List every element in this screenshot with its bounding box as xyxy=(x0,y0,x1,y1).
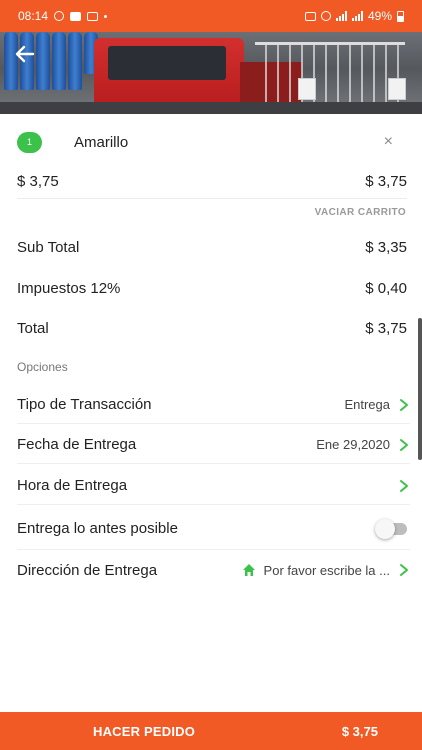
total-value: $ 3,75 xyxy=(365,319,407,337)
subtotal-label: Sub Total xyxy=(17,238,80,256)
item-total-price: $ 3,75 xyxy=(365,172,407,190)
divider xyxy=(17,198,407,199)
close-icon: × xyxy=(383,133,393,150)
whatsapp-notification-icon xyxy=(54,11,65,21)
asap-delivery-toggle[interactable] xyxy=(375,518,407,539)
gas-cylinder-graphic xyxy=(68,32,82,90)
delivery-time-label: Hora de Entrega xyxy=(17,477,128,494)
home-icon xyxy=(242,564,255,576)
subtotal-row: Sub Total $ 3,35 xyxy=(17,237,407,257)
chevron-right-icon xyxy=(400,398,408,411)
fence-rail-graphic xyxy=(255,42,405,45)
item-name: Amarillo xyxy=(74,133,129,151)
tax-label: Impuestos 12% xyxy=(17,279,121,297)
delivery-address-row[interactable]: Dirección de Entrega Por favor escribe l… xyxy=(17,551,410,589)
chevron-right-icon xyxy=(400,479,408,492)
quantity-badge: 1 xyxy=(17,131,42,153)
item-unit-price: $ 3,75 xyxy=(17,172,59,190)
status-time: 08:14 xyxy=(18,9,49,23)
empty-cart-button[interactable]: VACIAR CARRITO xyxy=(315,207,406,218)
chevron-right-icon xyxy=(400,438,408,451)
transaction-type-control: Entrega xyxy=(344,397,410,412)
scrollbar[interactable] xyxy=(418,318,422,460)
delivery-address-control: Por favor escribe la ... xyxy=(242,563,410,578)
truck-windshield-graphic xyxy=(108,46,226,80)
wifi-icon xyxy=(320,11,331,21)
status-bar: 08:14 49% xyxy=(0,0,422,32)
status-bar-left: 08:14 xyxy=(18,9,108,23)
app-notification-icon xyxy=(70,11,82,21)
asap-delivery-label: Entrega lo antes posible xyxy=(17,520,178,537)
warning-sign-graphic xyxy=(388,78,406,100)
place-order-bar[interactable]: HACER PEDIDO $ 3,75 xyxy=(0,712,422,750)
back-button[interactable] xyxy=(12,41,38,67)
gas-cylinder-graphic xyxy=(36,32,50,90)
delivery-time-control xyxy=(398,479,410,493)
battery-percentage: 49% xyxy=(367,9,392,23)
mail-notification-icon xyxy=(87,11,99,21)
remove-item-button[interactable]: × xyxy=(384,134,393,150)
subtotal-value: $ 3,35 xyxy=(365,238,407,256)
order-total: $ 3,75 xyxy=(341,723,378,739)
delivery-time-row[interactable]: Hora de Entrega xyxy=(17,467,410,505)
arrow-left-icon xyxy=(15,45,35,63)
battery-icon xyxy=(397,10,404,22)
store-hero-image xyxy=(0,32,422,114)
fence-graphic xyxy=(255,42,405,110)
ground-graphic xyxy=(0,102,422,114)
warning-sign-graphic xyxy=(298,78,316,100)
transaction-type-label: Tipo de Transacción xyxy=(17,396,152,413)
item-price-row: $ 3,75 $ 3,75 xyxy=(17,171,407,191)
delivery-date-control: Ene 29,2020 xyxy=(316,437,410,452)
transaction-type-row[interactable]: Tipo de Transacción Entrega xyxy=(17,386,410,424)
cart-item: 1 Amarillo × xyxy=(17,131,407,153)
toggle-knob xyxy=(375,518,395,539)
asap-delivery-row: Entrega lo antes posible xyxy=(17,508,410,550)
delivery-date-label: Fecha de Entrega xyxy=(17,436,137,453)
asap-delivery-control xyxy=(375,518,410,539)
total-label: Total xyxy=(17,319,49,337)
delivery-date-value: Ene 29,2020 xyxy=(316,437,390,452)
status-bar-right: 49% xyxy=(304,9,404,23)
place-order-button[interactable]: HACER PEDIDO xyxy=(93,724,195,739)
more-notifications-icon xyxy=(104,14,108,18)
total-row: Total $ 3,75 xyxy=(17,318,407,338)
chevron-right-icon xyxy=(400,564,408,576)
delivery-address-value: Por favor escribe la ... xyxy=(263,562,390,578)
delivery-date-row[interactable]: Fecha de Entrega Ene 29,2020 xyxy=(17,426,410,464)
options-section-label: Opciones xyxy=(17,360,68,374)
alarm-icon xyxy=(304,11,316,21)
delivery-address-label: Dirección de Entrega xyxy=(17,561,158,579)
signal-secondary-icon xyxy=(351,11,363,21)
tax-row: Impuestos 12% $ 0,40 xyxy=(17,278,407,298)
transaction-type-value: Entrega xyxy=(344,397,390,412)
signal-icon xyxy=(335,11,347,21)
tax-value: $ 0,40 xyxy=(365,279,407,297)
gas-cylinder-graphic xyxy=(52,32,66,90)
